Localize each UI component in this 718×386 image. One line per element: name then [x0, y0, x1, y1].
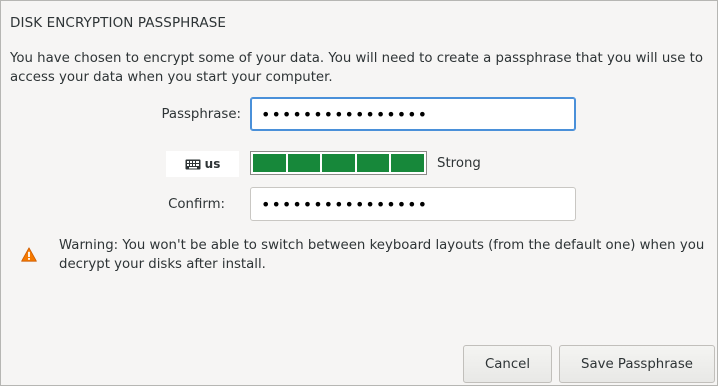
strength-label: Strong [437, 156, 481, 171]
warning-icon [21, 247, 37, 266]
dialog-description: You have chosen to encrypt some of your … [10, 51, 703, 85]
confirm-label: Confirm: [168, 197, 225, 212]
warning-text: Warning: You won't be able to switch bet… [59, 238, 705, 272]
strength-bar [250, 151, 427, 175]
strength-segment [287, 154, 321, 172]
passphrase-label: Passphrase: [161, 107, 242, 122]
cancel-button[interactable]: Cancel [463, 345, 552, 383]
save-passphrase-button[interactable]: Save Passphrase [559, 345, 715, 383]
strength-segment [322, 154, 355, 172]
keyboard-layout-indicator[interactable]: us [166, 151, 239, 177]
dialog-title: DISK ENCRYPTION PASSPHRASE [10, 15, 227, 31]
encryption-dialog: DISK ENCRYPTION PASSPHRASE You have chos… [0, 0, 718, 386]
strength-segment [253, 154, 286, 172]
keyboard-layout-label: us [204, 157, 221, 171]
strength-segment [391, 154, 424, 172]
strength-segment [356, 154, 390, 172]
confirm-input[interactable] [250, 187, 576, 221]
passphrase-input[interactable] [250, 97, 576, 131]
keyboard-icon [185, 159, 201, 170]
